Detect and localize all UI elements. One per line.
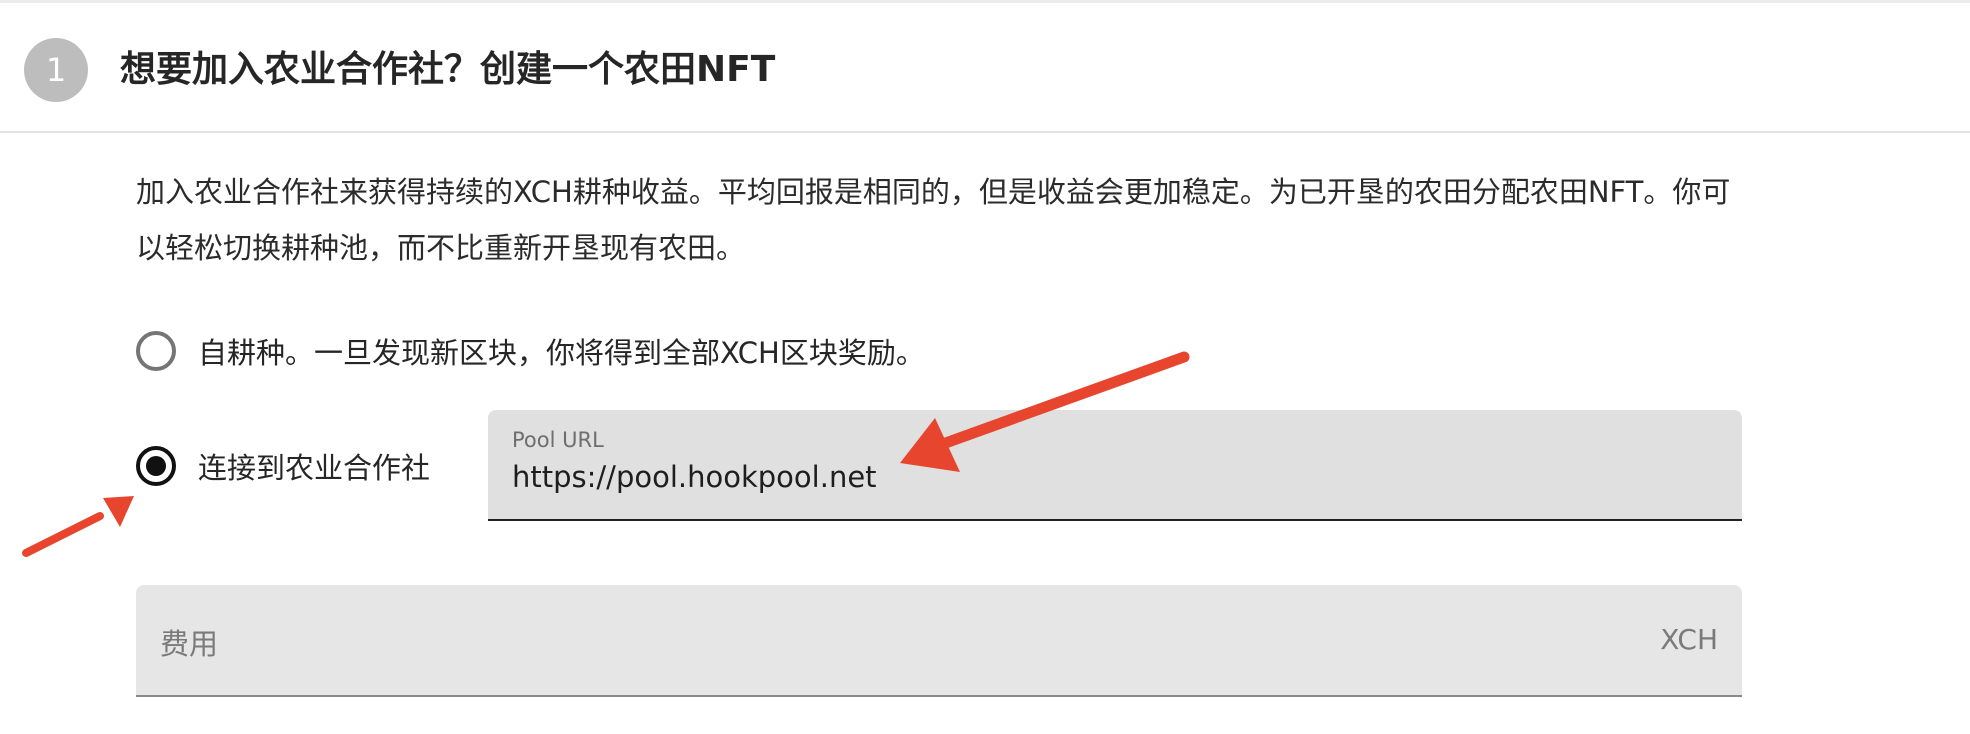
step-number-badge: 1	[24, 38, 88, 102]
step-title: 想要加入农业合作社？创建一个农田NFT	[120, 49, 776, 90]
fee-input[interactable]: 费用 XCH	[136, 585, 1742, 697]
annotation-arrow-left-icon	[22, 496, 134, 557]
pooling-step-page: 1 想要加入农业合作社？创建一个农田NFT 加入农业合作社来获得持续的XCH耕种…	[0, 0, 1970, 734]
fee-placeholder: 费用	[160, 627, 219, 661]
self-pool-radio[interactable]	[136, 331, 176, 371]
pool-url-input[interactable]: Pool URL https://pool.hookpool.net	[488, 410, 1742, 521]
option-join-pool[interactable]: 连接到农业合作社	[136, 445, 430, 487]
join-pool-label: 连接到农业合作社	[198, 451, 431, 485]
option-self-pool[interactable]: 自耕种。一旦发现新区块，你将得到全部XCH区块奖励。	[136, 330, 925, 372]
pool-description: 加入农业合作社来获得持续的XCH耕种收益。平均回报是相同的，但是收益会更加稳定。…	[136, 175, 1731, 265]
step-header: 1 想要加入农业合作社？创建一个农田NFT	[0, 3, 1970, 133]
join-pool-radio[interactable]	[136, 446, 176, 486]
self-pool-label: 自耕种。一旦发现新区块，你将得到全部XCH区块奖励。	[198, 336, 925, 370]
pool-url-value[interactable]: https://pool.hookpool.net	[512, 460, 877, 494]
pool-url-label: Pool URL	[512, 428, 604, 452]
fee-unit-suffix: XCH	[1660, 623, 1718, 656]
